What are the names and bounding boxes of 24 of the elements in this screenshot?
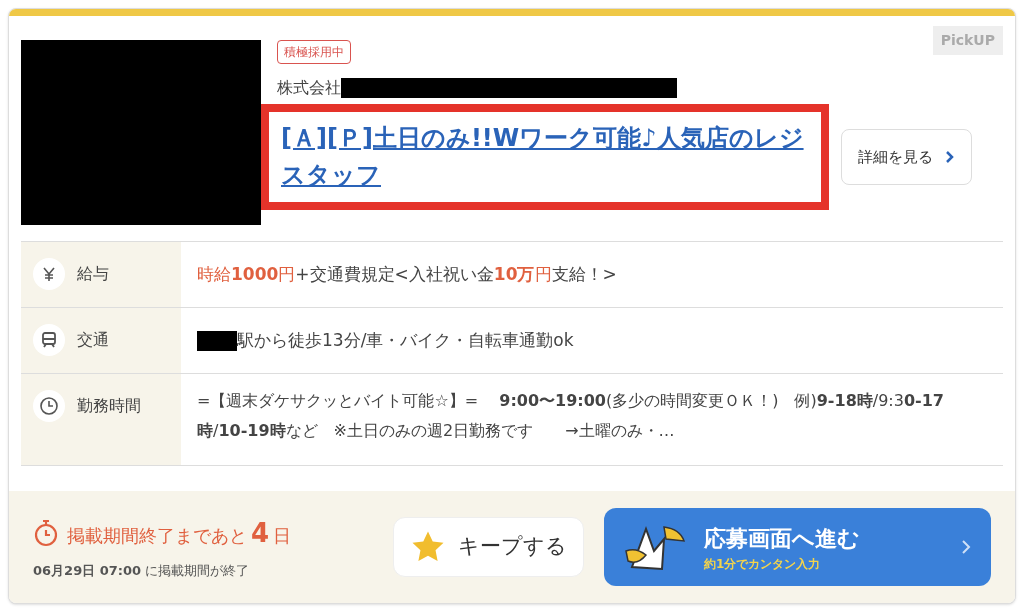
deadline-date-text: 06月29日 07:00 に掲載期間が終了 [33,561,251,580]
row-label: 交通 [77,329,109,351]
keep-button[interactable]: キープする [393,517,584,577]
deadline-text: 掲載期間終了まであと 4 日 [67,516,292,550]
details-button[interactable]: 詳細を見る [841,129,972,185]
train-icon [33,324,65,356]
row-label: 勤務時間 [77,395,141,417]
hiring-tag: 積極採用中 [277,40,351,64]
salary-text: 時給1000円+交通費規定<入社祝い金10万円支給！> [197,262,617,286]
hours-text: =【週末ダケサクッとバイト可能☆】= 9:00〜19:00(多少の時間変更ＯＫ！) 例)9-18時/9:30-17時/10-19時など ※土日のみの週2日勤務です →土曜のみ・… [197,390,945,442]
row-label: 給与 [77,263,109,285]
star-icon [410,530,446,564]
access-text: 駅から徒歩13分/車・バイク・自転車通勤ok [237,328,574,352]
job-title-link[interactable]: [Ａ][Ｐ]土日のみ!!Wワーク可能♪人気店のレジスタッフ [281,120,809,194]
chevron-right-icon [961,539,971,555]
company-name: 株式会社 [277,77,341,99]
chevron-right-icon [945,150,955,164]
clock-icon [33,390,65,422]
pickup-label: PickUP [932,26,1003,55]
yen-icon [33,258,65,290]
apply-button[interactable]: 応募画面へ進む 約1分でカンタン入力 [604,508,991,586]
stopwatch-icon [33,519,59,548]
apply-label: 応募画面へ進む [704,524,860,553]
apply-subtitle: 約1分でカンタン入力 [704,555,821,573]
